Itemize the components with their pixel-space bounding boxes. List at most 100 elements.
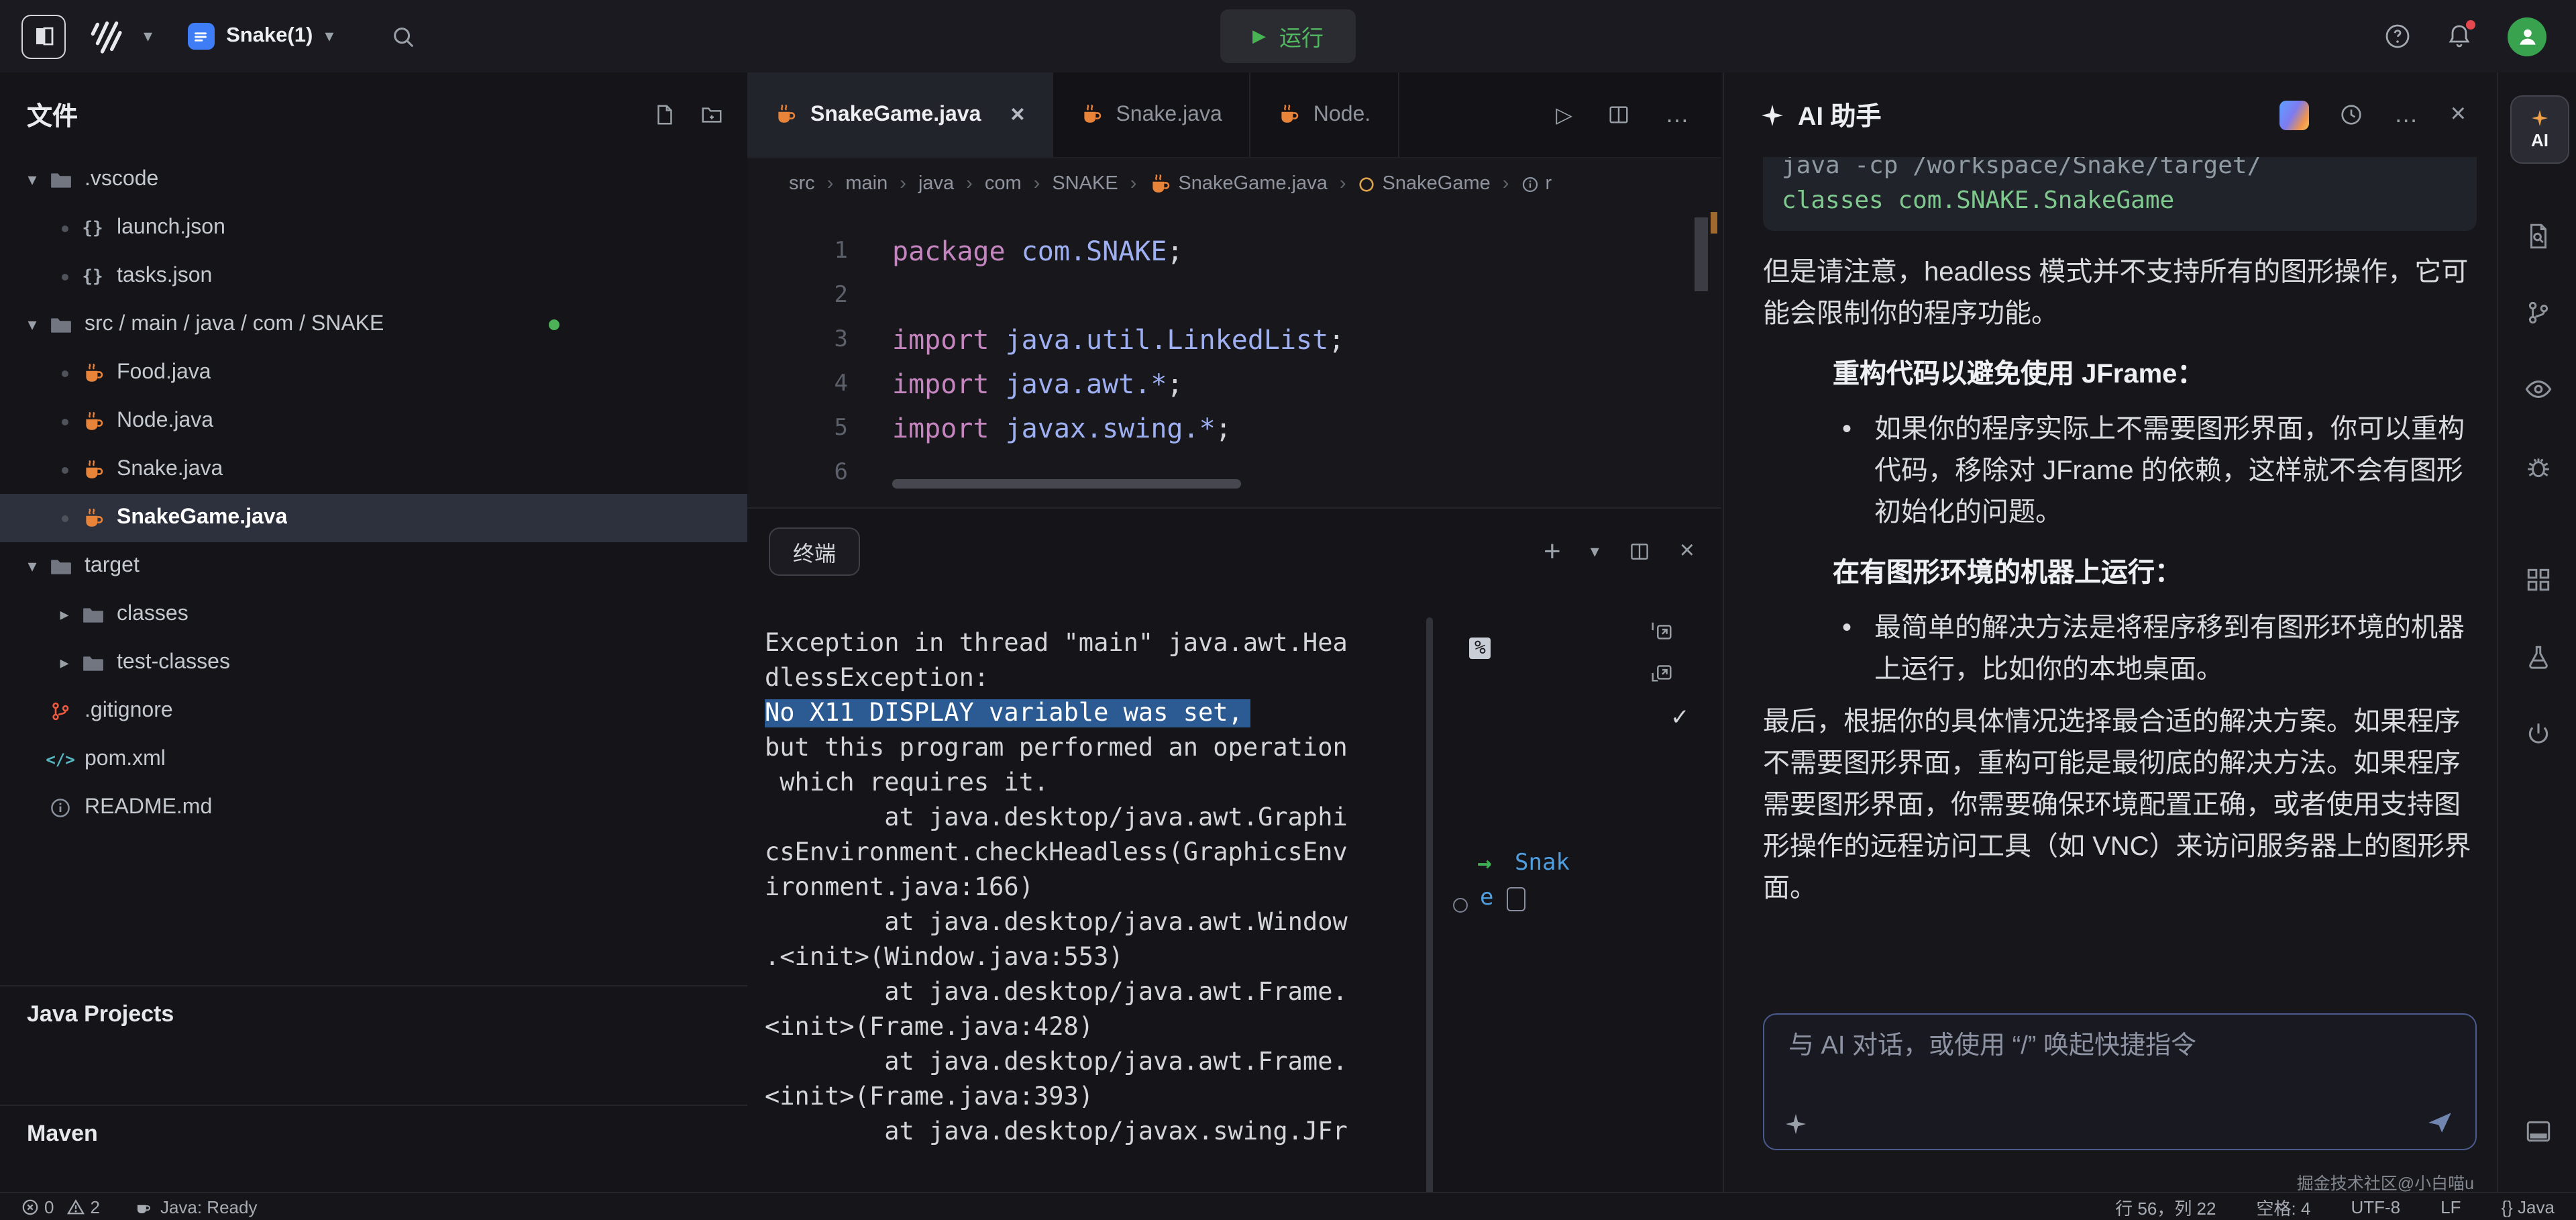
chevron-right-icon[interactable]: ▸ — [51, 604, 78, 625]
debug-button[interactable] — [2524, 453, 2552, 481]
breadcrumb-item[interactable]: main — [845, 173, 888, 195]
tree-item[interactable]: ▾.vscode — [0, 156, 747, 204]
chevron-down-icon[interactable]: ▾ — [19, 314, 46, 336]
section-maven[interactable]: Maven — [0, 1105, 747, 1148]
tab-node-java[interactable]: Node. — [1250, 72, 1399, 157]
breadcrumb-item[interactable]: java — [918, 173, 954, 195]
git-branch-icon — [2524, 299, 2552, 327]
tree-item[interactable]: .gitignore — [0, 687, 747, 735]
terminal-tab[interactable]: 终端 — [769, 527, 860, 576]
close-panel-icon[interactable]: × — [2451, 99, 2466, 130]
indentation[interactable]: 空格: 4 — [2257, 1194, 2311, 1219]
tab-snakegame-java[interactable]: SnakeGame.java × — [747, 72, 1053, 157]
model-picker-icon[interactable] — [2280, 100, 2310, 130]
tree-item[interactable]: </>pom.xml — [0, 735, 747, 784]
close-icon[interactable]: × — [1010, 101, 1024, 129]
vertical-scrollbar[interactable] — [1695, 217, 1708, 291]
split-terminal-button[interactable] — [1629, 541, 1650, 562]
extensions-button[interactable] — [2524, 566, 2552, 594]
more-options-icon[interactable]: … — [2394, 101, 2421, 129]
problems-button[interactable]: 0 2 — [21, 1197, 100, 1217]
tree-item[interactable]: README.md — [0, 784, 747, 832]
tab-snake-java[interactable]: Snake.java — [1053, 72, 1250, 157]
split-terminal-pane-button[interactable] — [1649, 659, 1674, 684]
ai-input-box[interactable] — [1763, 1013, 2477, 1150]
power-button[interactable] — [2524, 720, 2552, 748]
tree-item[interactable]: ▸classes — [0, 591, 747, 639]
split-pane-icon — [1649, 659, 1674, 684]
eol-sequence[interactable]: LF — [2440, 1197, 2461, 1217]
explorer-title: 文件 — [27, 96, 653, 132]
language-mode[interactable]: {} Java — [2501, 1197, 2555, 1217]
java-status[interactable]: Java: Ready — [135, 1197, 258, 1217]
tree-item-label: Food.java — [117, 361, 211, 385]
new-file-button[interactable] — [653, 103, 676, 125]
chevron-down-icon[interactable]: ▾ — [19, 556, 46, 577]
ai-chat-input[interactable] — [1786, 1031, 2454, 1063]
open-terminal-editor-button[interactable] — [1649, 619, 1674, 644]
split-editor-button[interactable] — [1607, 103, 1630, 126]
chevron-down-icon[interactable]: ▾ — [1591, 541, 1599, 562]
send-button[interactable] — [2426, 1109, 2454, 1137]
help-icon — [2384, 23, 2411, 50]
quick-command-button[interactable] — [1786, 1114, 1806, 1134]
terminal-output[interactable]: Exception in thread "main" java.awt.Head… — [765, 627, 1436, 1150]
java-status-icon — [135, 1198, 152, 1215]
panel-layout-button[interactable] — [2524, 1117, 2552, 1146]
tree-item[interactable]: Snake.java — [0, 446, 747, 494]
more-actions-icon[interactable]: … — [1665, 101, 1692, 129]
window-logo-icon[interactable] — [21, 14, 66, 58]
breadcrumb-separator: › — [1034, 173, 1040, 195]
notifications-button[interactable] — [2446, 23, 2473, 50]
terminal-scrollbar[interactable] — [1426, 617, 1433, 1201]
tree-item[interactable]: {}launch.json — [0, 204, 747, 252]
code-line: 6 — [747, 451, 1721, 495]
line-number: 6 — [747, 451, 848, 495]
source-control-button[interactable] — [2524, 299, 2552, 327]
terminal-line: at java.desktop/javax.swing.JFr — [765, 1115, 1436, 1150]
breadcrumb-item[interactable]: src — [789, 173, 815, 195]
app-logo-icon[interactable] — [85, 16, 125, 56]
chevron-right-icon[interactable]: ▸ — [51, 652, 78, 674]
tree-item[interactable]: Food.java — [0, 349, 747, 397]
file-dot — [61, 418, 68, 425]
tree-item-label: README.md — [85, 796, 212, 820]
history-button[interactable] — [2339, 102, 2365, 128]
chevron-down-icon[interactable]: ▾ — [19, 169, 46, 191]
terminal-list-entry[interactable]: → Snak e — [1445, 850, 1646, 930]
new-file-icon — [653, 103, 676, 125]
project-switcher[interactable]: Snake(1) ▾ — [187, 23, 333, 50]
breadcrumb-separator: › — [1503, 173, 1509, 195]
test-button[interactable] — [2524, 644, 2552, 672]
tree-item[interactable]: ▾ target — [0, 542, 747, 591]
close-terminal-icon[interactable]: × — [1680, 537, 1695, 566]
search-button[interactable] — [390, 23, 415, 49]
breadcrumb-item[interactable]: r — [1521, 173, 1552, 195]
ai-paragraph: 最后，根据你的具体情况选择最合适的解决方案。如果程序不需要图形界面，重构可能是最… — [1763, 702, 2477, 909]
run-button[interactable]: ▶ 运行 — [1220, 9, 1356, 63]
tree-item[interactable]: SnakeGame.java — [0, 494, 747, 542]
breadcrumb-item[interactable]: SNAKE — [1052, 173, 1118, 195]
tree-item[interactable]: ▾src / main / java / com / SNAKE — [0, 301, 747, 349]
avatar[interactable] — [2508, 17, 2546, 56]
terminal-line: dlessException: — [765, 662, 1436, 697]
breadcrumb-item[interactable]: SnakeGame.java — [1148, 172, 1327, 195]
new-folder-button[interactable] — [700, 103, 723, 125]
encoding[interactable]: UTF-8 — [2351, 1197, 2400, 1217]
breadcrumb-item[interactable]: SnakeGame — [1358, 173, 1491, 195]
file-search-button[interactable] — [2524, 222, 2552, 250]
tree-item[interactable]: {}tasks.json — [0, 252, 747, 301]
run-file-button[interactable]: ▷ — [1556, 101, 1572, 128]
tree-item[interactable]: Node.java — [0, 397, 747, 446]
new-terminal-button[interactable]: + — [1544, 534, 1561, 569]
help-button[interactable] — [2384, 23, 2411, 50]
ai-assistant-button[interactable]: AI — [2510, 95, 2569, 164]
tree-item[interactable]: ▸test-classes — [0, 639, 747, 687]
chevron-down-icon[interactable]: ▾ — [144, 26, 152, 47]
cursor-position[interactable]: 行 56，列 22 — [2115, 1194, 2216, 1219]
breadcrumb-item[interactable]: com — [985, 173, 1022, 195]
section-java-projects[interactable]: Java Projects — [0, 985, 747, 1028]
preview-button[interactable] — [2523, 374, 2553, 404]
tree-item-label: target — [85, 554, 140, 578]
horizontal-scrollbar[interactable] — [892, 479, 1241, 489]
